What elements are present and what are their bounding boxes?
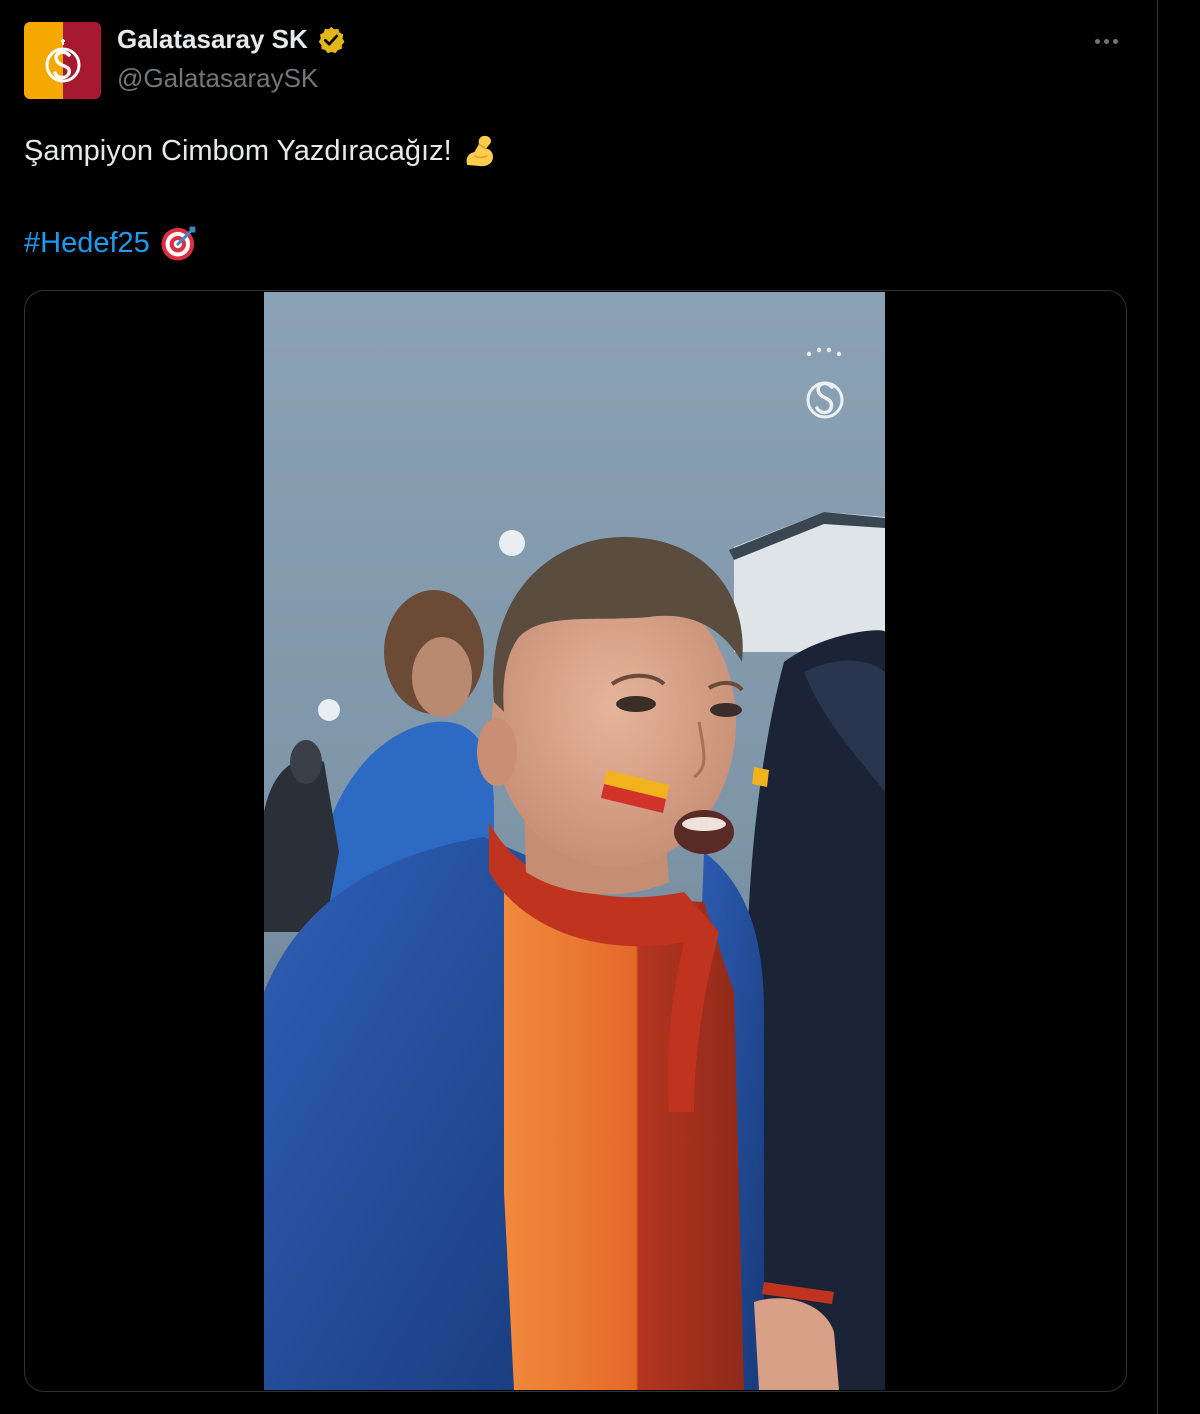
hashtag-link[interactable]: #Hedef25 bbox=[24, 227, 150, 260]
tweet-page: Galatasaray SK @GalatasaraySK Şampiyon C… bbox=[0, 0, 1200, 1414]
ellipsis-dot bbox=[1112, 38, 1118, 44]
media-card[interactable] bbox=[24, 290, 1127, 1392]
galatasaray-crest-icon bbox=[45, 38, 80, 82]
ellipsis-dot bbox=[1103, 38, 1109, 44]
video-frame-image bbox=[264, 292, 885, 1390]
direct-hit-emoji bbox=[161, 226, 196, 261]
ellipsis-dot bbox=[1094, 38, 1100, 44]
flexed-biceps-emoji bbox=[466, 135, 493, 167]
tweet-text: Şampiyon Cimbom Yazdıracağız! bbox=[24, 130, 500, 172]
author-name-row[interactable]: Galatasaray SK bbox=[117, 24, 346, 55]
video-player[interactable] bbox=[264, 292, 885, 1390]
tweet-text-content: Şampiyon Cimbom Yazdıracağız! bbox=[24, 134, 452, 167]
author-display-name[interactable]: Galatasaray SK bbox=[117, 24, 308, 55]
verified-badge-icon bbox=[318, 26, 345, 53]
avatar[interactable] bbox=[24, 22, 101, 99]
hashtag-line: #Hedef25 bbox=[24, 222, 200, 264]
author-handle[interactable]: @GalatasaraySK bbox=[117, 63, 318, 94]
ellipsis-icon[interactable] bbox=[1086, 26, 1126, 56]
timeline-divider bbox=[1157, 0, 1158, 1414]
